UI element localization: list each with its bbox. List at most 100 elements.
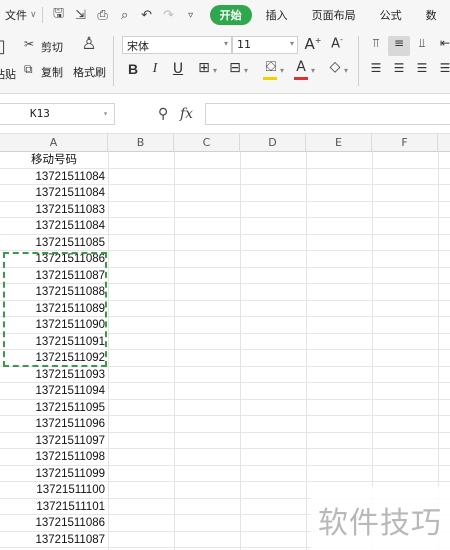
name-box[interactable]: K13 ▾ [0,103,115,125]
chevron-down-icon: ∨ [30,10,37,20]
file-menu-label: 文件 [5,9,27,22]
divider [113,36,114,86]
undo-icon[interactable]: ↶ [136,8,158,23]
ribbon: ▯ 粘贴 ✂ 剪切 ⧉ 复制 ♙ 格式刷 宋体 ▾ 11 ▾ A+ A- B I… [0,30,450,94]
chevron-down-icon[interactable]: ▾ [244,66,248,75]
quick-access-more-icon[interactable]: ▿ [180,10,202,21]
font-name-value: 宋体 [127,40,149,53]
table-row: 13721511083 [0,202,450,218]
cell[interactable]: 13721511097 [0,433,108,449]
tab-home[interactable]: 开始 [209,5,252,25]
redo-icon[interactable]: ↷ [158,8,180,23]
align-left-icon[interactable]: ☰ [367,61,385,75]
formula-bar: K13 ▾ ⚲ fx [0,94,450,134]
copy-selection-marquee [3,252,107,367]
decrease-font-size-icon[interactable]: A- [328,35,346,51]
cell[interactable]: 13721511085 [0,235,108,251]
chevron-down-icon[interactable]: ▾ [311,66,315,75]
italic-icon[interactable]: I [146,61,164,77]
paste-icon[interactable]: ▯ [0,36,6,57]
underline-icon[interactable]: U [169,61,187,77]
cell[interactable]: 13721511101 [0,499,108,515]
tab-formulas[interactable]: 公式 [380,7,402,23]
formula-input[interactable] [205,103,450,125]
font-size-value: 11 [237,38,251,51]
clear-format-icon[interactable]: ◇ [326,59,344,75]
tab-page-layout[interactable]: 页面布局 [312,7,356,23]
table-row: 13721511098 [0,449,450,466]
font-size-select[interactable]: 11 ▾ [232,36,298,54]
column-header-c[interactable]: C [174,134,240,152]
table-row: 13721511084 [0,169,450,185]
export-icon[interactable]: ⇲ [70,8,92,23]
font-color-icon[interactable]: A [292,59,310,75]
cell[interactable]: 13721511093 [0,367,108,383]
borders-icon[interactable]: ⊞ [195,60,213,76]
print-preview-icon[interactable]: ⌕ [114,8,136,23]
menu-bar: 文件 ∨ 🖫 ⇲ ⎙ ⌕ ↶ ↷ ▿ 开始 插入 页面布局 公式 数 [0,0,450,30]
cell[interactable]: 13721511084 [0,169,108,185]
align-center-icon[interactable]: ☰ [390,61,408,75]
scissors-icon[interactable]: ✂ [24,37,34,51]
save-icon[interactable]: 🖫 [48,4,70,26]
justify-icon[interactable]: ☰ [436,61,450,75]
cell[interactable]: 13721511094 [0,383,108,399]
chevron-down-icon: ▾ [289,39,294,48]
cell[interactable]: 13721511098 [0,449,108,465]
copy-icon[interactable]: ⧉ [24,62,33,77]
cell[interactable]: 13721511086 [0,515,108,531]
chevron-down-icon[interactable]: ▾ [344,66,348,75]
cut-button[interactable]: 剪切 [41,39,63,55]
table-row: 13721511084 [0,185,450,202]
table-row: 13721511097 [0,433,450,449]
column-header-f[interactable]: F [372,134,438,152]
format-painter-button[interactable]: 格式刷 [73,64,106,80]
cell[interactable]: 13721511084 [0,218,108,234]
align-right-icon[interactable]: ☰ [413,61,431,75]
zoom-icon[interactable]: ⚲ [158,106,168,122]
fill-color-icon[interactable]: ⛋ [262,59,280,75]
table-row: 13721511094 [0,383,450,400]
column-header-e[interactable]: E [306,134,372,152]
divider [358,36,359,86]
paste-label[interactable]: 粘贴 [0,66,16,82]
copy-button[interactable]: 复制 [41,64,63,80]
header-cell[interactable]: 移动号码 [0,152,108,168]
cell[interactable]: 13721511100 [0,482,108,498]
cell[interactable]: 13721511099 [0,466,108,482]
chevron-down-icon[interactable]: ▾ [213,66,217,75]
table-row: 13721511085 [0,235,450,251]
cell[interactable]: 13721511087 [0,532,108,548]
print-icon[interactable]: ⎙ [92,8,114,23]
align-top-icon[interactable]: ⫪ [367,36,385,51]
chevron-down-icon[interactable]: ▾ [103,109,108,118]
column-header-a[interactable]: A [0,134,108,152]
column-header-d[interactable]: D [240,134,306,152]
cell[interactable]: 13721511095 [0,400,108,416]
table-row: 移动号码 [0,152,450,169]
table-row: 13721511093 [0,367,450,383]
format-painter-icon[interactable]: ♙ [79,34,99,54]
fill-style-icon[interactable]: ⊟ [226,60,244,76]
table-row: 13721511096 [0,416,450,433]
align-middle-icon[interactable]: ≡ [390,36,408,50]
column-header-g[interactable] [438,134,450,152]
insert-function-button[interactable]: fx [180,106,193,122]
align-bottom-icon[interactable]: ⫫ [413,36,431,51]
table-row: 13721511099 [0,466,450,482]
chevron-down-icon[interactable]: ▾ [280,66,284,75]
indent-icon[interactable]: ⇤ [436,36,450,50]
bold-icon[interactable]: B [124,61,142,77]
tab-insert[interactable]: 插入 [266,7,288,23]
divider [41,7,43,23]
cell[interactable]: 13721511096 [0,416,108,432]
increase-font-size-icon[interactable]: A+ [304,35,322,53]
cell[interactable]: 13721511083 [0,202,108,218]
font-color-swatch [294,77,308,80]
file-menu[interactable]: 文件 ∨ [5,7,37,23]
column-header-b[interactable]: B [108,134,174,152]
chevron-down-icon: ▾ [223,39,228,48]
tab-data[interactable]: 数 [426,7,437,23]
font-name-select[interactable]: 宋体 ▾ [122,36,232,54]
cell[interactable]: 13721511084 [0,185,108,201]
